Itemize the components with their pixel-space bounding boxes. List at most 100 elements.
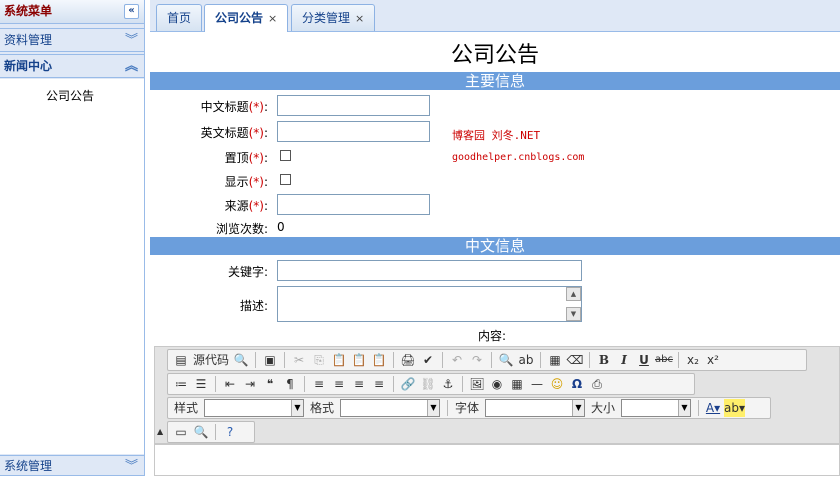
undo-icon[interactable]: ↶ <box>448 351 466 369</box>
special-char-icon[interactable]: Ω <box>568 375 586 393</box>
tab-label: 公司公告 <box>215 11 264 25</box>
scroll-down-icon[interactable]: ▼ <box>566 307 581 321</box>
tab-announcement[interactable]: 公司公告 × <box>204 4 289 32</box>
replace-icon[interactable]: ab <box>517 351 535 369</box>
sidebar-item-data-management[interactable]: 资料管理 ︾ <box>0 28 144 52</box>
chevron-down-icon[interactable]: ▼ <box>427 400 439 416</box>
div-container-icon[interactable]: ¶ <box>281 375 299 393</box>
show-checkbox[interactable] <box>280 174 291 185</box>
top-label: 置顶(*): <box>224 151 268 165</box>
tab-category-management[interactable]: 分类管理 × <box>291 4 376 31</box>
template-icon[interactable]: ▣ <box>261 351 279 369</box>
font-label: 字体 <box>454 401 479 415</box>
italic-button[interactable]: I <box>615 351 633 369</box>
size-select[interactable]: ▼ <box>621 399 691 417</box>
format-label: 格式 <box>309 401 334 415</box>
sidebar-item-label: 新闻中心 <box>4 59 53 73</box>
toolbar-row-3: 样式 ▼ 格式 ▼ 字体 ▼ 大小 ▼ A▾ ab▾ <box>167 397 771 419</box>
content-panel: 公司公告 主要信息 中文标题(*): 英文标题(*): 博客园 刘冬.NET g… <box>150 32 840 476</box>
chevron-up-icon[interactable]: ︽ <box>125 55 138 78</box>
superscript-button[interactable]: x² <box>704 351 722 369</box>
chevron-down-icon[interactable]: ▼ <box>572 400 584 416</box>
underline-button[interactable]: U <box>635 351 653 369</box>
flash-icon[interactable]: ◉ <box>488 375 506 393</box>
align-right-icon[interactable]: ≡ <box>350 375 368 393</box>
remove-format-icon[interactable]: ⌫ <box>566 351 584 369</box>
table-icon[interactable]: ▦ <box>508 375 526 393</box>
paste-icon[interactable]: 📋 <box>330 351 348 369</box>
bold-button[interactable]: B <box>595 351 613 369</box>
link-icon[interactable]: 🔗 <box>399 375 417 393</box>
paste-text-icon[interactable]: 📋 <box>350 351 368 369</box>
sidebar-header: 系统菜单 « <box>0 0 144 24</box>
show-blocks-icon[interactable]: 🔍 <box>192 423 210 441</box>
paste-word-icon[interactable]: 📋 <box>370 351 388 369</box>
collapse-sidebar-button[interactable]: « <box>124 4 139 19</box>
print-icon[interactable]: 🖨 <box>399 351 417 369</box>
chevron-down-icon[interactable]: ︾ <box>125 456 138 477</box>
unlink-icon[interactable]: ⛓ <box>419 375 437 393</box>
section-cn-info: 中文信息 <box>150 237 840 255</box>
top-checkbox[interactable] <box>280 150 291 161</box>
scroll-up-icon[interactable]: ▲ <box>566 287 581 301</box>
image-icon[interactable]: 🖼 <box>468 375 486 393</box>
smiley-icon[interactable]: ☺ <box>548 375 566 393</box>
toolbar-row-4: ▭ 🔍 ? <box>167 421 255 443</box>
sidebar-item-label: 系统管理 <box>4 459 53 473</box>
preview-icon[interactable]: 🔍 <box>232 351 250 369</box>
subscript-button[interactable]: x₂ <box>684 351 702 369</box>
help-icon[interactable]: ? <box>221 423 239 441</box>
indent-icon[interactable]: ⇥ <box>241 375 259 393</box>
views-label: 浏览次数: <box>215 222 268 236</box>
source-icon[interactable]: ▤ <box>172 351 190 369</box>
text-color-icon[interactable]: A▾ <box>704 399 722 417</box>
close-icon[interactable]: × <box>268 12 277 25</box>
spellcheck-icon[interactable]: ✔ <box>419 351 437 369</box>
chevron-down-icon[interactable]: ▼ <box>291 400 303 416</box>
description-textarea[interactable]: ▲ ▼ <box>277 286 582 322</box>
page-break-icon[interactable]: ⎙ <box>588 375 606 393</box>
align-left-icon[interactable]: ≡ <box>310 375 328 393</box>
keywords-input[interactable] <box>277 260 582 281</box>
chevron-down-icon[interactable]: ︾ <box>125 29 138 52</box>
source-code-button[interactable]: 源代码 <box>192 351 230 369</box>
sidebar-item-system-management[interactable]: 系统管理 ︾ <box>0 455 144 476</box>
outdent-icon[interactable]: ⇤ <box>221 375 239 393</box>
cn-title-input[interactable] <box>277 95 430 116</box>
redo-icon[interactable]: ↷ <box>468 351 486 369</box>
sidebar: 系统菜单 « 资料管理 ︾ 新闻中心 ︽ 公司公告 系统管理 ︾ <box>0 0 145 476</box>
anchor-icon[interactable]: ⚓ <box>439 375 457 393</box>
ad-text: 博客园 刘冬.NET <box>452 129 541 142</box>
style-select[interactable]: ▼ <box>204 399 304 417</box>
bulleted-list-icon[interactable]: ☰ <box>192 375 210 393</box>
editor-content-area[interactable] <box>154 444 840 476</box>
align-center-icon[interactable]: ≡ <box>330 375 348 393</box>
sidebar-item-news-center[interactable]: 新闻中心 ︽ <box>0 54 144 78</box>
strikethrough-button[interactable]: abc <box>655 351 673 369</box>
horizontal-rule-icon[interactable]: — <box>528 375 546 393</box>
format-select[interactable]: ▼ <box>340 399 440 417</box>
sidebar-subitem-announcement[interactable]: 公司公告 <box>46 87 94 104</box>
bg-color-icon[interactable]: ab▾ <box>724 399 745 417</box>
blockquote-icon[interactable]: ❝ <box>261 375 279 393</box>
align-justify-icon[interactable]: ≡ <box>370 375 388 393</box>
numbered-list-icon[interactable]: ≔ <box>172 375 190 393</box>
ad-url: goodhelper.cnblogs.com <box>452 152 585 163</box>
maximize-icon[interactable]: ▭ <box>172 423 190 441</box>
style-label: 样式 <box>173 401 198 415</box>
source-input[interactable] <box>277 194 430 215</box>
close-icon[interactable]: × <box>355 12 364 25</box>
section-main-info: 主要信息 <box>150 72 840 90</box>
collapse-toolbar-icon[interactable]: ▲ <box>157 427 163 436</box>
copy-icon[interactable]: ⎘ <box>310 351 328 369</box>
find-icon[interactable]: 🔍 <box>497 351 515 369</box>
select-all-icon[interactable]: ▦ <box>546 351 564 369</box>
chevron-down-icon[interactable]: ▼ <box>678 400 690 416</box>
tab-bar: 首页 公司公告 × 分类管理 × <box>150 0 840 32</box>
description-label: 描述: <box>239 299 268 313</box>
en-title-input[interactable] <box>277 121 430 142</box>
font-select[interactable]: ▼ <box>485 399 585 417</box>
tab-home[interactable]: 首页 <box>156 4 203 31</box>
toolbar-row-2: ≔ ☰ ⇤ ⇥ ❝ ¶ ≡ ≡ ≡ ≡ 🔗 ⛓ ⚓ 🖼 ◉ ▦ — ☺ Ω ⎙ <box>167 373 695 395</box>
cut-icon[interactable]: ✂ <box>290 351 308 369</box>
